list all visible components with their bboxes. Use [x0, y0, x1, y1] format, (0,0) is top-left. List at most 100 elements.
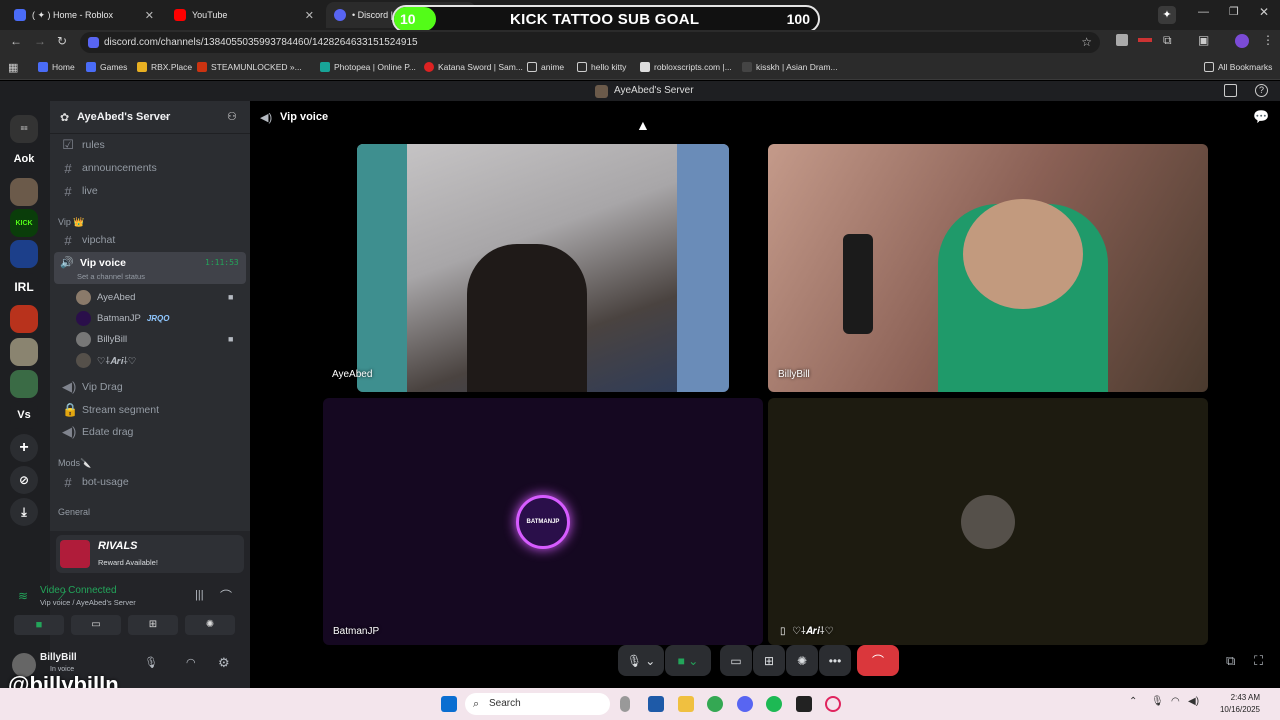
channel-stream-segment[interactable]: 🔒 Stream segment [54, 399, 246, 421]
app-icon[interactable] [648, 696, 664, 712]
mute-button[interactable]: 🎙 ⌄ [618, 645, 664, 676]
sparkle-icon[interactable]: ✦ [1158, 6, 1176, 24]
file-explorer-icon[interactable] [678, 696, 694, 712]
activity-button[interactable]: ⊞ [753, 645, 785, 676]
close-icon[interactable]: ✕ [305, 9, 314, 22]
bookmark-kisskh[interactable]: kisskh | Asian Dram... [742, 60, 838, 74]
close-icon[interactable]: ✕ [145, 9, 154, 22]
category-general[interactable]: General [58, 507, 90, 517]
video-tile-ayeabed[interactable] [357, 144, 729, 392]
discord-icon[interactable] [737, 696, 753, 712]
channel-vip-voice[interactable]: 🔊 Vip voice 1:11:53 Set a channel status [54, 252, 246, 284]
extension-icon[interactable] [1116, 34, 1128, 46]
help-icon[interactable]: ? [1255, 84, 1268, 97]
reload-icon[interactable]: ↻ [57, 34, 67, 48]
inbox-icon[interactable] [1224, 84, 1237, 97]
chevron-up-icon[interactable]: ⌃ [1129, 696, 1137, 707]
bookmark-rbxplace[interactable]: RBX.Place [137, 60, 192, 74]
taskbar-search[interactable]: ⌕ Search [465, 693, 610, 715]
server-ayeabed[interactable] [10, 178, 38, 206]
server-kick[interactable]: KICK [10, 209, 38, 237]
back-icon[interactable]: ← [10, 34, 22, 48]
voice-status-subtitle[interactable]: Vip voice / AyeAbed's Server [40, 598, 136, 607]
server-icon[interactable] [10, 370, 38, 398]
headphones-icon[interactable]: ◠ [186, 656, 196, 669]
server-icon[interactable] [10, 240, 38, 268]
spotify-icon[interactable] [766, 696, 782, 712]
soundboard-button[interactable]: ✺ [786, 645, 818, 676]
close-window-button[interactable]: ✕ [1259, 5, 1269, 19]
add-member-icon[interactable]: ⚇ [227, 110, 237, 123]
server-irl[interactable]: IRL [10, 273, 38, 301]
camera-button[interactable]: ■ [14, 615, 64, 635]
address-input[interactable]: discord.com/channels/1384055035993784460… [80, 32, 1100, 53]
leave-call-button[interactable]: ⌒ [857, 645, 899, 676]
profile-avatar[interactable] [1235, 34, 1249, 48]
sidepanel-icon[interactable]: ▣ [1198, 33, 1209, 47]
channel-edate-drag[interactable]: ◀) Edate drag [54, 421, 246, 443]
channel-live[interactable]: # live [54, 180, 246, 202]
video-tile-batmanjp[interactable]: BATMANJP BatmanJP [323, 398, 763, 645]
soundboard-button[interactable]: ✺ [185, 615, 235, 635]
mouse-app-icon[interactable] [620, 696, 630, 712]
voice-user[interactable]: BatmanJP JRQO [76, 308, 246, 328]
promo-card[interactable]: RIVALS Reward Available! [56, 535, 244, 573]
channel-status[interactable]: Set a channel status [77, 272, 145, 281]
channel-vipchat[interactable]: # vipchat [54, 229, 246, 251]
volume-icon[interactable]: ◀) [1188, 696, 1199, 707]
clock-date[interactable]: 10/16/2025 [1205, 705, 1260, 714]
bookmark-anime[interactable]: anime [527, 60, 564, 74]
voice-status-title[interactable]: Video Connected [40, 585, 117, 596]
channel-rules[interactable]: ☑ rules [54, 134, 246, 156]
minimize-button[interactable]: — [1198, 6, 1209, 18]
tab-youtube[interactable]: YouTube ✕ [166, 2, 322, 28]
activity-button[interactable]: ⊞ [128, 615, 178, 635]
site-info-icon[interactable] [88, 37, 99, 48]
bookmark-steamunlocked[interactable]: STEAMUNLOCKED »... [197, 60, 302, 74]
voice-user[interactable]: ♡⸸𝑨𝒓𝒊⸸♡ [76, 350, 246, 370]
voice-user[interactable]: BillyBill ■ [76, 329, 246, 349]
app-icon[interactable] [796, 696, 812, 712]
clock-time[interactable]: 2:43 AM [1215, 693, 1260, 702]
forward-icon[interactable]: → [34, 34, 46, 48]
download-icon[interactable]: ⤓ [10, 498, 38, 526]
screen-share-button[interactable]: ▭ [720, 645, 752, 676]
extension-icon[interactable] [1138, 38, 1152, 42]
bookmark-katana[interactable]: Katana Sword | Sam... [424, 60, 523, 74]
channel-announcements[interactable]: # announcements [54, 157, 246, 179]
server-vs[interactable]: Vs [10, 401, 38, 429]
discover-icon[interactable]: ⊘ [10, 466, 38, 494]
server-icon[interactable] [10, 338, 38, 366]
menu-icon[interactable]: ⋮ [1262, 33, 1274, 47]
fullscreen-icon[interactable]: ⛶ [1254, 653, 1263, 669]
more-options-button[interactable]: ••• [819, 645, 851, 676]
server-icon[interactable]: ≡≡ [10, 115, 38, 143]
category-mods[interactable]: Mods🔪 [58, 458, 91, 469]
restore-button[interactable]: ❐ [1229, 5, 1239, 18]
bookmark-all[interactable]: All Bookmarks [1204, 60, 1272, 74]
add-server-icon[interactable]: + [10, 434, 38, 462]
channel-bot-usage[interactable]: # bot-usage [54, 471, 246, 493]
bookmark-hello-kitty[interactable]: hello kitty [577, 60, 626, 74]
opera-icon[interactable] [825, 696, 841, 712]
username[interactable]: BillyBill [40, 652, 77, 663]
server-header[interactable]: ✿ AyeAbed's Server ⌄ ⚇ [50, 101, 250, 134]
microphone-icon[interactable]: 🎙 [144, 656, 158, 669]
camera-button[interactable]: ■ ⌄ [665, 645, 711, 676]
server-aok[interactable]: Aok [10, 145, 38, 173]
wifi-icon[interactable]: ◠ [1171, 696, 1180, 707]
voice-user[interactable]: AyeAbed ■ [76, 287, 246, 307]
tab-roblox[interactable]: ( ✦ ) Home - Roblox ✕ [6, 2, 162, 28]
video-tile-ari[interactable]: ▯ ♡⸸𝑨𝒓𝒊⸸♡ [768, 398, 1208, 645]
windows-start-icon[interactable] [441, 696, 457, 712]
chat-icon[interactable]: 💬 [1253, 109, 1269, 125]
disconnect-icon[interactable]: ⌒ [220, 587, 232, 604]
popout-icon[interactable]: ⧉ [1226, 653, 1235, 669]
microphone-icon[interactable]: 🎙 [1151, 696, 1164, 707]
channel-vip-drag[interactable]: ◀) Vip Drag [54, 376, 246, 398]
chrome-icon[interactable] [707, 696, 723, 712]
puzzle-icon[interactable]: ⧉ [1163, 33, 1172, 48]
apps-icon[interactable]: ▦ [8, 61, 18, 74]
category-vip[interactable]: Vip 👑 [58, 217, 85, 228]
bookmark-photopea[interactable]: Photopea | Online P... [320, 60, 416, 74]
